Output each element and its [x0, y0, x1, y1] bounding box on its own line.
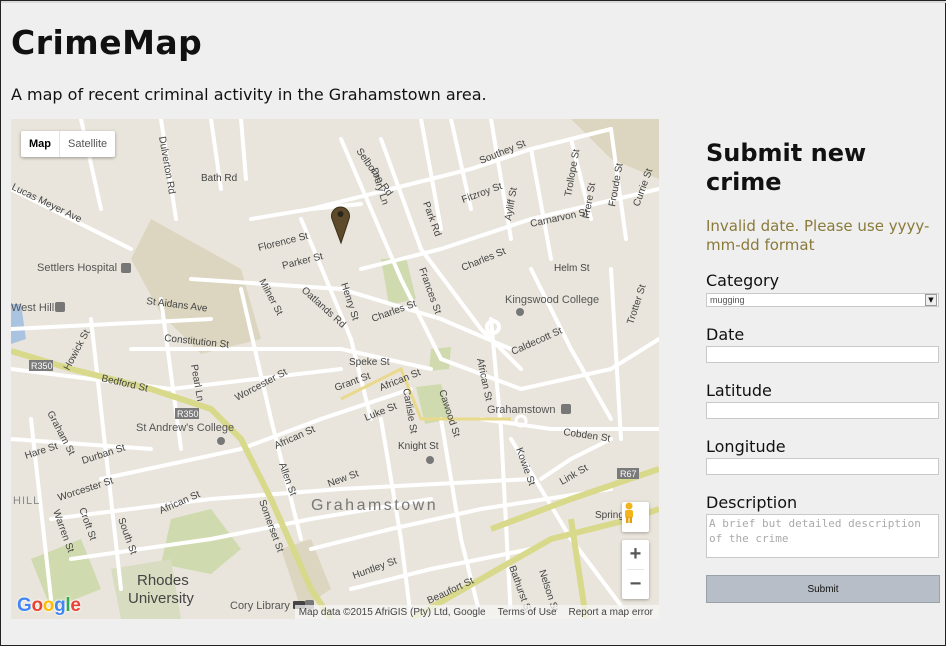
date-field[interactable] [706, 346, 939, 363]
shield-r350-a: R350 [31, 361, 53, 371]
label-speke: Speke St [349, 357, 390, 368]
description-label: Description [706, 493, 798, 512]
page-title: CrimeMap [11, 23, 203, 62]
crime-marker-icon[interactable] [331, 206, 350, 245]
label-st-andrews: St Andrew's College [136, 422, 234, 434]
station-icon [55, 302, 65, 312]
latitude-field[interactable] [706, 402, 939, 419]
label-worcester2: Worcester St [57, 476, 115, 504]
form-title: Submit new crime [706, 139, 867, 196]
zoom-in-button[interactable]: + [622, 540, 649, 569]
label-froude: Froude St [607, 162, 625, 207]
label-charles: Charles St [460, 246, 508, 274]
label-howick: Howick St [62, 328, 93, 373]
label-caldecott: Caldecott St [510, 325, 564, 357]
label-west-hill: West Hill [11, 302, 54, 314]
map-type-satellite-button[interactable]: Satellite [59, 131, 115, 157]
label-bath: Bath Rd [201, 173, 237, 184]
label-pearl: Pearl Ln [188, 364, 205, 403]
zoom-control: + − [622, 540, 649, 599]
top-border [1, 1, 946, 3]
label-town: Grahamstown [311, 497, 438, 514]
label-trotter: Trotter St [625, 283, 648, 326]
label-bedford: Bedford St [100, 373, 149, 394]
school-icon [516, 308, 524, 316]
label-spring: Spring [595, 510, 624, 521]
map-attribution: Map data ©2015 AfriGIS (Pty) Ltd, Google… [294, 605, 659, 619]
map-type-map-button[interactable]: Map [21, 131, 59, 157]
category-select[interactable]: mugging [706, 293, 939, 307]
shield-r350-b: R350 [177, 409, 199, 419]
hospital-icon [121, 263, 131, 273]
terms-of-use-link[interactable]: Terms of Use [498, 607, 557, 618]
museum-icon [426, 456, 434, 464]
label-settlers-hospital: Settlers Hospital [37, 262, 117, 274]
google-logo[interactable]: Google [17, 595, 81, 617]
label-carlisle: Carlisle St [400, 388, 419, 435]
college-icon [217, 437, 225, 445]
crime-map[interactable]: Selborne Rd Southey St Bath Rd Dulverton… [11, 119, 659, 619]
longitude-field[interactable] [706, 458, 939, 475]
label-rhodes-1: Rhodes [137, 572, 189, 589]
error-message: Invalid date. Please use yyyy-mm-dd form… [706, 217, 930, 254]
label-beaufort: Beaufort St [426, 576, 476, 607]
street-view-pegman-icon[interactable] [622, 502, 649, 532]
label-ayliff: Ayliff St [503, 186, 520, 221]
label-lucas: Lucas Meyer Ave [11, 182, 84, 226]
shield-r67: R67 [620, 469, 637, 479]
report-map-error-link[interactable]: Report a map error [569, 607, 653, 618]
label-rhodes-2: University [128, 590, 194, 607]
map-data-credit: Map data ©2015 AfriGIS (Pty) Ltd, Google [298, 606, 486, 618]
label-currie: Currie St [631, 167, 655, 208]
label-dulverton: Dulverton Rd [156, 136, 177, 195]
street-network [11, 119, 659, 619]
label-parker: Parker St [281, 251, 324, 272]
date-label: Date [706, 325, 745, 344]
page-subtitle: A map of recent criminal activity in the… [11, 85, 487, 104]
label-helm: Helm St [554, 263, 590, 274]
label-kingswood-college: Kingswood College [505, 294, 599, 306]
label-grant: Grant St [333, 371, 372, 394]
chevron-down-icon[interactable]: ▼ [925, 294, 937, 306]
latitude-label: Latitude [706, 381, 772, 400]
map-canvas[interactable]: Selborne Rd Southey St Bath Rd Dulverton… [11, 119, 659, 619]
label-grahamstown-poi: Grahamstown [487, 404, 555, 416]
label-hill: HILL [13, 495, 40, 507]
zoom-out-button[interactable]: − [622, 570, 649, 599]
longitude-label: Longitude [706, 437, 786, 456]
label-knight: Knight St [398, 441, 439, 452]
label-hare: Hare St [24, 441, 60, 462]
station-icon-2 [561, 404, 571, 414]
label-florence: Florence St [257, 231, 309, 254]
submit-button[interactable]: Submit [706, 575, 940, 603]
description-field[interactable] [706, 514, 939, 558]
label-cory-library: Cory Library [230, 600, 290, 612]
map-type-control: Map Satellite [21, 131, 116, 157]
label-oatlands: Oatlands Rd [299, 285, 348, 330]
category-label: Category [706, 271, 780, 290]
